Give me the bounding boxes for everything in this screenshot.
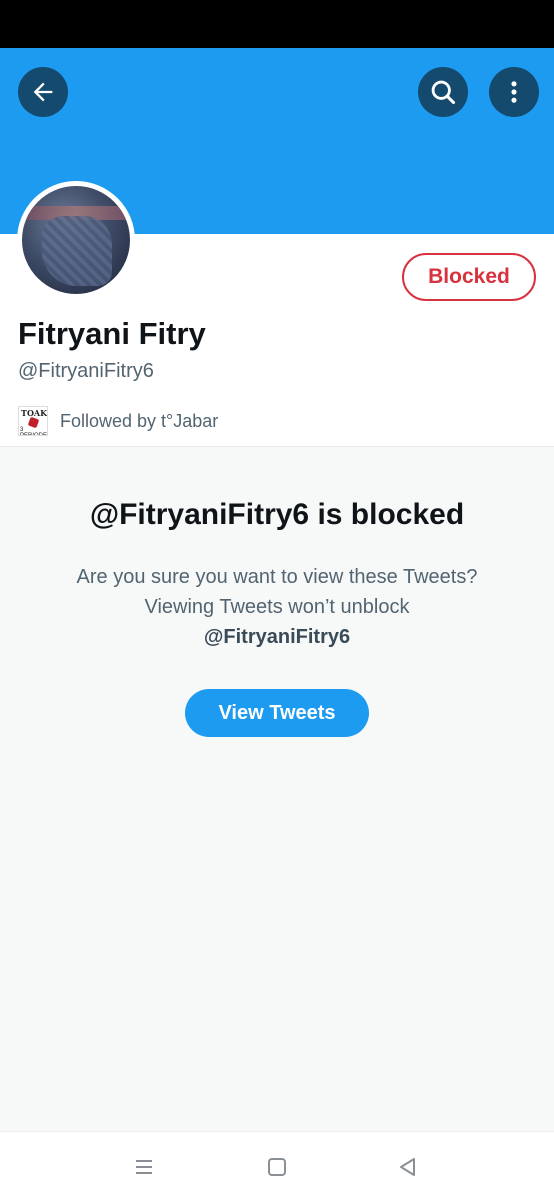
home-button[interactable]	[260, 1150, 294, 1184]
status-bar	[0, 0, 554, 48]
recent-apps-button[interactable]	[127, 1150, 161, 1184]
blocked-description: Are you sure you want to view these Twee…	[60, 562, 494, 652]
search-icon	[431, 80, 456, 105]
profile-handle: @FitryaniFitry6	[18, 360, 154, 382]
square-icon	[268, 1158, 286, 1176]
blocked-button[interactable]: Blocked	[402, 253, 536, 301]
triangle-back-icon	[400, 1158, 415, 1176]
follower-avatar-logo-text: TOAK	[21, 408, 48, 418]
profile-avatar[interactable]	[17, 181, 135, 299]
follower-avatar: TOAK 3 PERIODE	[18, 406, 48, 436]
more-options-button[interactable]	[489, 67, 539, 117]
avatar-image	[22, 186, 130, 294]
arrow-left-icon	[33, 82, 53, 102]
followed-by-row[interactable]: TOAK 3 PERIODE Followed by t°Jabar	[18, 404, 218, 438]
menu-lines-icon	[136, 1160, 152, 1174]
blocked-description-text: Are you sure you want to view these Twee…	[76, 566, 478, 618]
back-button[interactable]	[18, 67, 68, 117]
follower-avatar-logo-text: 3 PERIODE	[20, 427, 48, 436]
followed-by-text: Followed by t°Jabar	[60, 410, 219, 431]
blocked-notice: @FitryaniFitry6 is blocked Are you sure …	[0, 448, 554, 1131]
system-nav-bar	[0, 1131, 554, 1200]
blocked-description-handle: @FitryaniFitry6	[203, 626, 351, 648]
search-button[interactable]	[418, 67, 468, 117]
system-back-button[interactable]	[391, 1150, 425, 1184]
avatar-detail	[42, 216, 112, 286]
display-name: Fitryani Fitry	[18, 316, 206, 351]
blocked-title: @FitryaniFitry6 is blocked	[89, 498, 465, 531]
view-tweets-button[interactable]: View Tweets	[185, 689, 369, 737]
more-vertical-icon	[511, 81, 517, 103]
